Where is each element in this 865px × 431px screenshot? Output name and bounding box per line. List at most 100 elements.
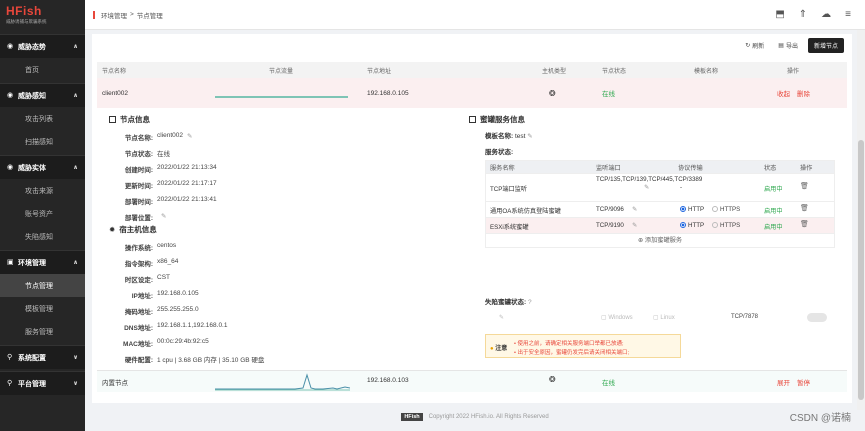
- edit-icon[interactable]: ✎: [632, 222, 637, 229]
- add-service-button[interactable]: ⊕ 添加蜜罐服务: [486, 233, 834, 247]
- service-status: 启用中: [764, 208, 783, 215]
- service-status: 启用中: [764, 224, 783, 231]
- template-label: 模板名称:: [485, 133, 514, 140]
- field-dns: DNS地址: 192.168.1.1,192.168.0.1: [97, 322, 227, 332]
- help-icon[interactable]: ?: [528, 299, 532, 306]
- http-radio[interactable]: HTTP: [680, 206, 704, 213]
- value: 192.168.1.1,192.168.0.1: [157, 322, 228, 329]
- sidebar-item-service-mgmt[interactable]: 服务管理: [0, 320, 85, 343]
- sidebar-head-threat-entity[interactable]: ◉ 威胁实体 ∧: [0, 155, 85, 179]
- breadcrumb: 环境管理 > 节点管理: [93, 10, 163, 20]
- sidebar: HFish 威胁诱捕与欺骗系统 ◉ 威胁态势 ∧ 首页 ◉ 威胁感知 ∧ 攻击列表 扫描…: [0, 0, 85, 431]
- sidebar-head-threat-situation[interactable]: ◉ 威胁态势 ∧: [0, 34, 85, 58]
- col-node-address: 节点地址: [367, 68, 392, 75]
- label: 部署位置:: [124, 215, 153, 222]
- logo[interactable]: HFish 威胁诱捕与欺骗系统: [0, 0, 85, 32]
- rocket-icon[interactable]: ⇑: [799, 9, 807, 20]
- notice-line-text: 出于安全原因，蜜罐仍发完后请关闭相关端口;: [517, 350, 629, 356]
- radio-unchecked: [712, 222, 718, 228]
- col-listen-port: 监听端口: [596, 164, 621, 172]
- expand-link[interactable]: 展开: [777, 377, 790, 387]
- server-icon: [469, 116, 476, 123]
- sidebar-head-system-config[interactable]: ⚲ 系统配置 ∨: [0, 345, 85, 369]
- sidebar-item-attack-list[interactable]: 攻击列表: [0, 107, 85, 130]
- download-icon[interactable]: ⬒: [775, 9, 784, 20]
- sidebar-head-threat-perception[interactable]: ◉ 威胁感知 ∧: [0, 83, 85, 107]
- edit-icon[interactable]: ✎: [499, 314, 504, 321]
- https-radio[interactable]: HTTPS: [712, 206, 740, 213]
- linux-option[interactable]: ▢ Linux: [653, 314, 675, 321]
- node-status: 在线: [602, 91, 615, 98]
- environment-icon: ▣: [7, 259, 14, 266]
- template-value: test: [514, 133, 526, 140]
- edit-icon[interactable]: ✎: [644, 184, 649, 191]
- service-port: TCP/9190: [596, 222, 624, 229]
- sidebar-item-node-mgmt[interactable]: 节点管理: [0, 274, 85, 297]
- refresh-button[interactable]: ↻ 刷新: [741, 39, 768, 52]
- trash-icon[interactable]: 🗑: [800, 204, 809, 212]
- sidebar-item-account-assets[interactable]: 账号资产: [0, 202, 85, 225]
- field-netmask: 掩码地址: 255.255.255.0: [97, 306, 199, 316]
- entity-icon: ◉: [7, 164, 14, 171]
- honeypot-title: 蜜罐服务信息: [469, 114, 525, 125]
- edit-icon[interactable]: ✎: [527, 133, 532, 140]
- field-hardware: 硬件配置: 1 cpu | 3.68 GB 内存 | 35.10 GB 硬盘: [97, 354, 265, 364]
- edit-icon[interactable]: ✎: [161, 212, 166, 222]
- lost-honeypot-toggle[interactable]: [807, 313, 827, 322]
- radio-label: HTTP: [688, 222, 705, 229]
- sidebar-item-home[interactable]: 首页: [0, 58, 85, 81]
- top-icons: ⬒ ⇑ ☁ ≡: [775, 9, 865, 20]
- delete-link[interactable]: 删除: [797, 88, 810, 98]
- breadcrumb-current: 节点管理: [136, 12, 163, 20]
- sidebar-head-label: 环境管理: [18, 259, 46, 267]
- sidebar-head-platform-mgmt[interactable]: ⚲ 平台管理 ∨: [0, 371, 85, 395]
- service-name: 通用OA系统仿真登陆蜜罐: [490, 208, 561, 215]
- field-location: 部署位置: ✎: [97, 212, 167, 222]
- service-row[interactable]: TCP端口监听 TCP/135,TCP/139,TCP/445,TCP/3389…: [486, 173, 834, 201]
- sidebar-head-env-mgmt[interactable]: ▣ 环境管理 ∧: [0, 250, 85, 274]
- service-row[interactable]: 通用OA系统仿真登陆蜜罐 TCP/9096 ✎ HTTP HTTPS 启用中 🗑: [486, 201, 834, 217]
- value: 2022/01/22 21:17:17: [157, 180, 217, 187]
- http-radio[interactable]: HTTP: [680, 222, 704, 229]
- scrollbar-thumb[interactable]: [858, 140, 864, 400]
- field-created: 创建时间: 2022/01/22 21:13:34: [97, 164, 217, 174]
- scrollbar[interactable]: [857, 30, 865, 410]
- label: 操作系统:: [124, 245, 153, 252]
- sidebar-section-env-mgmt: ▣ 环境管理 ∧ 节点管理 模板管理 服务管理: [0, 250, 85, 343]
- menu-icon[interactable]: ≡: [845, 9, 851, 20]
- node-info-title: 节点信息: [109, 114, 150, 125]
- field-arch: 指令架构: x86_64: [97, 258, 179, 268]
- sidebar-item-compromise[interactable]: 失陷感知: [0, 225, 85, 248]
- windows-option[interactable]: ▢ Windows: [601, 314, 633, 321]
- edit-icon[interactable]: ✎: [632, 206, 637, 213]
- node-status: 在线: [602, 380, 615, 387]
- export-button[interactable]: ▤ 导出: [774, 39, 802, 52]
- https-radio[interactable]: HTTPS: [712, 222, 740, 229]
- trash-icon[interactable]: 🗑: [800, 220, 809, 228]
- col-node-traffic: 节点流量: [269, 68, 294, 75]
- field-updated: 更新时间: 2022/01/22 21:17:17: [97, 180, 217, 190]
- sidebar-item-attack-source[interactable]: 攻击来源: [0, 179, 85, 202]
- sidebar-item-template-mgmt[interactable]: 模板管理: [0, 297, 85, 320]
- table-row[interactable]: client002 192.168.0.105 ❂ 在线 收起 删除: [97, 78, 847, 108]
- lost-honeypot-port: TCP/7878: [731, 314, 759, 320]
- col-actions: 操作: [787, 68, 800, 75]
- col-node-status: 节点状态: [602, 68, 627, 75]
- notice-label: ● 注意: [490, 343, 507, 352]
- node-address: 192.168.0.105: [367, 89, 409, 97]
- value: 192.168.0.105: [157, 290, 199, 297]
- edit-icon[interactable]: ✎: [187, 132, 192, 142]
- chat-icon[interactable]: ☁: [821, 9, 831, 20]
- collapse-link[interactable]: 收起: [777, 88, 790, 98]
- field-node-name: 节点名称: client002 ✎: [97, 132, 193, 142]
- table-row[interactable]: 内置节点 192.168.0.103 ❂ 在线 展开 暂停: [97, 370, 847, 392]
- breadcrumb-root[interactable]: 环境管理: [101, 10, 127, 20]
- pause-link[interactable]: 暂停: [797, 377, 810, 387]
- value: client002: [157, 132, 184, 139]
- watermark: CSDN @诺楠: [789, 413, 851, 424]
- add-node-button[interactable]: 新增节点: [807, 38, 844, 53]
- node-name: client002: [102, 89, 129, 97]
- sidebar-item-scan-perception[interactable]: 扫描感知: [0, 130, 85, 153]
- service-row[interactable]: ESXi系统蜜罐 TCP/9190 ✎ HTTP HTTPS 启用中 🗑: [486, 217, 834, 233]
- trash-icon[interactable]: 🗑: [800, 182, 809, 190]
